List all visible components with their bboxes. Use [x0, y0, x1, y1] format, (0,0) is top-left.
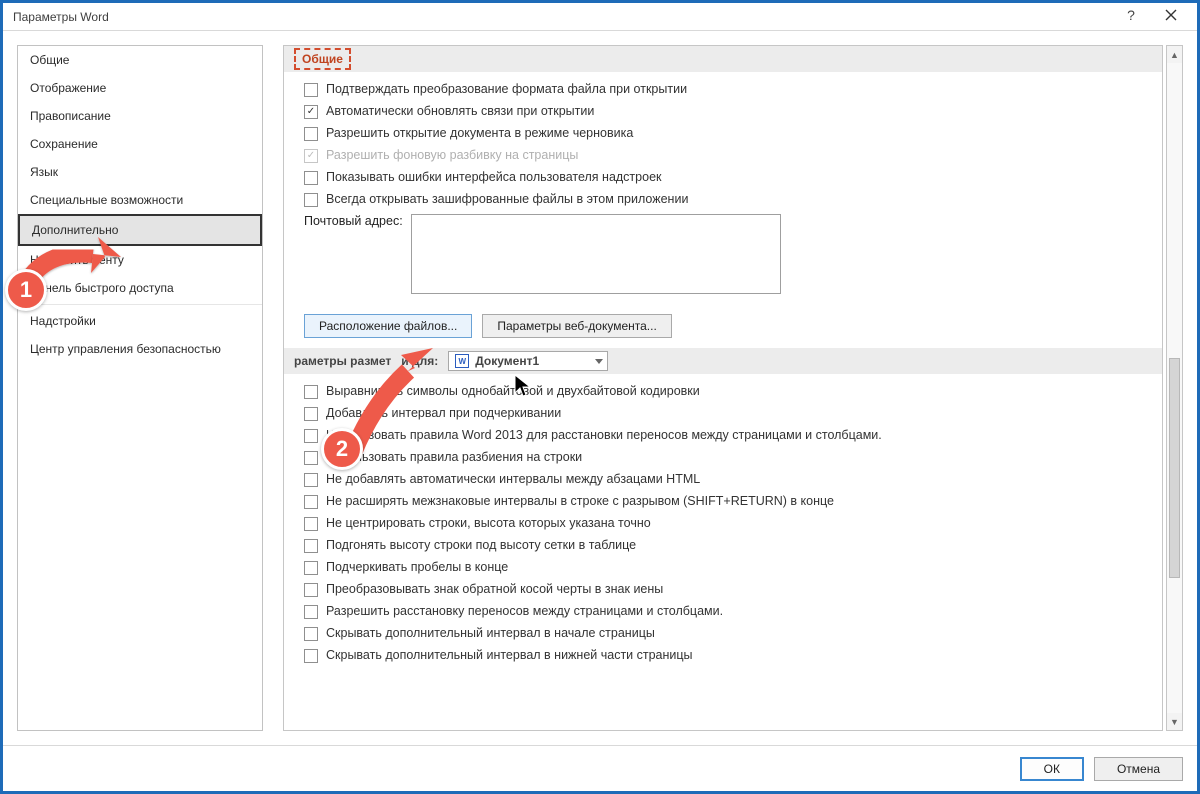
- checkbox-icon[interactable]: [304, 193, 318, 207]
- sidebar: Общие Отображение Правописание Сохранени…: [17, 45, 263, 731]
- mailing-address-row: Почтовый адрес:: [304, 210, 1162, 302]
- mailing-address-label: Почтовый адрес:: [304, 214, 403, 228]
- check-layout-1[interactable]: Добавлять интервал при подчеркивании: [304, 402, 1162, 424]
- mailing-address-input[interactable]: [411, 214, 781, 294]
- sidebar-item-proofing[interactable]: Правописание: [18, 102, 262, 130]
- check-layout-6[interactable]: Не центрировать строки, высота которых у…: [304, 512, 1162, 534]
- sidebar-item-display[interactable]: Отображение: [18, 74, 262, 102]
- check-background-repagination: Разрешить фоновую разбивку на страницы: [304, 144, 1162, 166]
- check-layout-12[interactable]: Скрывать дополнительный интервал в нижне…: [304, 644, 1162, 666]
- check-layout-4[interactable]: Не добавлять автоматически интервалы меж…: [304, 468, 1162, 490]
- section-header-general: Общие: [284, 46, 1162, 72]
- check-open-encrypted[interactable]: Всегда открывать зашифрованные файлы в э…: [304, 188, 1162, 210]
- checkbox-icon[interactable]: [304, 83, 318, 97]
- section-title-layout-prefix: раметры размет: [294, 354, 391, 368]
- layout-document-name: Документ1: [475, 354, 539, 368]
- checkbox-icon[interactable]: [304, 627, 318, 641]
- check-layout-5[interactable]: Не расширять межзнаковые интервалы в стр…: [304, 490, 1162, 512]
- check-layout-11[interactable]: Скрывать дополнительный интервал в начал…: [304, 622, 1162, 644]
- dialog-footer: ОК Отмена: [3, 745, 1197, 791]
- checkbox-icon[interactable]: [304, 473, 318, 487]
- check-auto-update-links[interactable]: Автоматически обновлять связи при открыт…: [304, 100, 1162, 122]
- checkbox-icon[interactable]: [304, 451, 318, 465]
- checkbox-icon[interactable]: [304, 127, 318, 141]
- checkbox-icon[interactable]: [304, 583, 318, 597]
- scrollbar[interactable]: ▲ ▼: [1166, 45, 1183, 731]
- check-layout-2[interactable]: Использовать правила Word 2013 для расст…: [304, 424, 1162, 446]
- checkbox-icon[interactable]: [304, 105, 318, 119]
- section-title-general: Общие: [294, 48, 351, 70]
- scroll-up-button[interactable]: ▲: [1167, 46, 1182, 63]
- sidebar-item-trust-center[interactable]: Центр управления безопасностью: [18, 335, 262, 363]
- sidebar-item-language[interactable]: Язык: [18, 158, 262, 186]
- close-button[interactable]: [1151, 3, 1191, 27]
- check-layout-3[interactable]: Использовать правила разбиения на строки: [304, 446, 1162, 468]
- checkbox-icon[interactable]: [304, 649, 318, 663]
- check-layout-0[interactable]: Выравнивать символы однобайтовой и двухб…: [304, 380, 1162, 402]
- checkbox-icon[interactable]: [304, 429, 318, 443]
- sidebar-item-quick-access[interactable]: Панель быстрого доступа: [18, 274, 262, 302]
- check-addin-ui-errors[interactable]: Показывать ошибки интерфейса пользовател…: [304, 166, 1162, 188]
- close-icon: [1165, 9, 1177, 21]
- sidebar-item-addins[interactable]: Надстройки: [18, 307, 262, 335]
- cancel-button[interactable]: Отмена: [1094, 757, 1183, 781]
- check-layout-10[interactable]: Разрешить расстановку переносов между ст…: [304, 600, 1162, 622]
- checkbox-icon[interactable]: [304, 605, 318, 619]
- check-confirm-convert[interactable]: Подтверждать преобразование формата файл…: [304, 78, 1162, 100]
- check-layout-9[interactable]: Преобразовывать знак обратной косой черт…: [304, 578, 1162, 600]
- sidebar-item-accessibility[interactable]: Специальные возможности: [18, 186, 262, 214]
- sidebar-separator: [18, 304, 262, 305]
- layout-rows: Выравнивать символы однобайтовой и двухб…: [284, 374, 1162, 676]
- checkbox-icon[interactable]: [304, 539, 318, 553]
- checkbox-icon[interactable]: [304, 517, 318, 531]
- check-draft-mode[interactable]: Разрешить открытие документа в режиме че…: [304, 122, 1162, 144]
- scroll-thumb[interactable]: [1169, 358, 1180, 578]
- annotation-callout-2: 2: [321, 428, 363, 470]
- sidebar-item-customize-ribbon[interactable]: Настроить ленту: [18, 246, 262, 274]
- help-button[interactable]: ?: [1111, 3, 1151, 27]
- ok-button[interactable]: ОК: [1020, 757, 1084, 781]
- sidebar-item-save[interactable]: Сохранение: [18, 130, 262, 158]
- checkbox-icon[interactable]: [304, 407, 318, 421]
- web-options-button[interactable]: Параметры веб-документа...: [482, 314, 671, 338]
- checkbox-icon[interactable]: [304, 561, 318, 575]
- file-locations-button[interactable]: Расположение файлов...: [304, 314, 472, 338]
- checkbox-icon[interactable]: [304, 385, 318, 399]
- checkbox-icon[interactable]: [304, 495, 318, 509]
- general-rows: Подтверждать преобразование формата файл…: [284, 72, 1162, 312]
- general-buttons-row: Расположение файлов... Параметры веб-док…: [284, 312, 1162, 342]
- annotation-callout-1: 1: [5, 269, 47, 311]
- checkbox-icon: [304, 149, 318, 163]
- scroll-area: Общие Подтверждать преобразование формат…: [283, 45, 1163, 731]
- sidebar-item-general[interactable]: Общие: [18, 46, 262, 74]
- dialog-frame: Параметры Word ? Общие Отображение Право…: [0, 0, 1200, 794]
- checkbox-icon[interactable]: [304, 171, 318, 185]
- check-layout-7[interactable]: Подгонять высоту строки под высоту сетки…: [304, 534, 1162, 556]
- sidebar-item-advanced[interactable]: Дополнительно: [18, 214, 262, 246]
- layout-document-select[interactable]: W Документ1: [448, 351, 608, 371]
- word-doc-icon: W: [455, 354, 469, 368]
- check-layout-8[interactable]: Подчеркивать пробелы в конце: [304, 556, 1162, 578]
- section-header-layout: раметры размет и для: W Документ1: [284, 348, 1162, 374]
- titlebar: Параметры Word ?: [3, 3, 1197, 31]
- section-title-layout-suffix: и для:: [401, 354, 438, 368]
- window-title: Параметры Word: [13, 10, 109, 24]
- dialog-body: Общие Отображение Правописание Сохранени…: [3, 31, 1197, 743]
- content-pane: Общие Подтверждать преобразование формат…: [283, 45, 1183, 731]
- scroll-down-button[interactable]: ▼: [1167, 713, 1182, 730]
